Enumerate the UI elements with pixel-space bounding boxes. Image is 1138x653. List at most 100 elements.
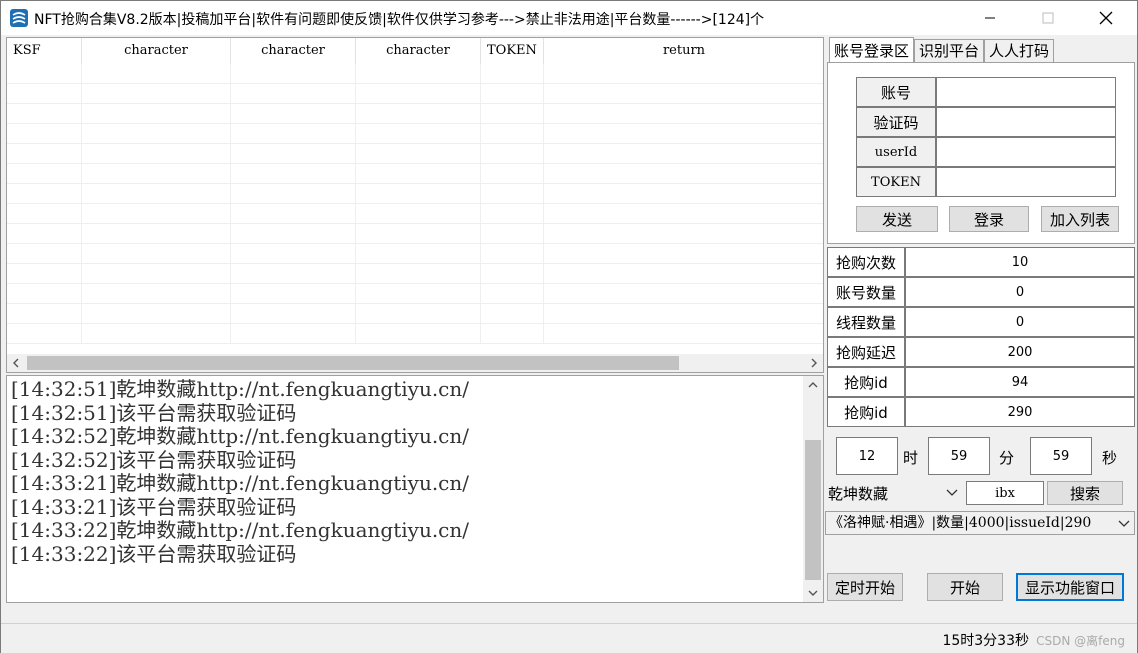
table-row[interactable]	[7, 164, 823, 184]
table-cell[interactable]	[7, 204, 82, 224]
table-cell[interactable]	[231, 64, 356, 84]
grid-col-character-2[interactable]: character	[231, 38, 356, 64]
table-cell[interactable]	[82, 284, 231, 304]
table-cell[interactable]	[544, 64, 823, 84]
table-cell[interactable]	[481, 264, 544, 284]
scroll-up-button[interactable]	[803, 376, 823, 394]
table-row[interactable]	[7, 204, 823, 224]
table-cell[interactable]	[231, 224, 356, 244]
table-cell[interactable]	[7, 224, 82, 244]
table-cell[interactable]	[356, 164, 481, 184]
table-cell[interactable]	[356, 184, 481, 204]
title-bar[interactable]: NFT抢购合集V8.2版本|投稿加平台|软件有问题即使反馈|软件仅供学习参考--…	[1, 1, 1137, 35]
table-row[interactable]	[7, 104, 823, 124]
table-cell[interactable]	[82, 184, 231, 204]
table-row[interactable]	[7, 124, 823, 144]
table-cell[interactable]	[481, 144, 544, 164]
table-cell[interactable]	[7, 144, 82, 164]
tab-recognition-platform[interactable]: 识别平台	[914, 39, 985, 63]
table-cell[interactable]	[7, 84, 82, 104]
table-row[interactable]	[7, 224, 823, 244]
table-cell[interactable]	[481, 324, 544, 344]
table-cell[interactable]	[481, 224, 544, 244]
horizontal-scrollbar[interactable]	[7, 354, 823, 372]
table-cell[interactable]	[82, 204, 231, 224]
table-cell[interactable]	[481, 244, 544, 264]
table-cell[interactable]	[7, 124, 82, 144]
table-row[interactable]	[7, 264, 823, 284]
vertical-scrollbar[interactable]	[803, 376, 823, 602]
table-cell[interactable]	[356, 264, 481, 284]
log-textbox[interactable]: [14:32:51]乾坤数藏http://nt.fengkuangtiyu.cn…	[6, 375, 824, 603]
table-cell[interactable]	[231, 304, 356, 324]
table-cell[interactable]	[7, 104, 82, 124]
thread-count-input[interactable]: 0	[905, 307, 1135, 337]
table-cell[interactable]	[356, 64, 481, 84]
table-cell[interactable]	[231, 244, 356, 264]
table-cell[interactable]	[231, 104, 356, 124]
table-cell[interactable]	[481, 164, 544, 184]
minimize-button[interactable]	[961, 1, 1019, 35]
table-cell[interactable]	[356, 84, 481, 104]
table-cell[interactable]	[82, 84, 231, 104]
table-cell[interactable]	[231, 164, 356, 184]
search-button[interactable]: 搜索	[1047, 481, 1123, 505]
grid-col-character-1[interactable]: character	[82, 38, 231, 64]
login-button[interactable]: 登录	[949, 206, 1029, 232]
vertical-scroll-thumb[interactable]	[805, 440, 821, 580]
table-cell[interactable]	[356, 304, 481, 324]
table-cell[interactable]	[544, 124, 823, 144]
account-grid[interactable]: KSF character character character TOKEN …	[6, 37, 824, 373]
grid-col-ksf[interactable]: KSF	[7, 38, 82, 64]
table-cell[interactable]	[481, 184, 544, 204]
horizontal-scroll-thumb[interactable]	[27, 356, 679, 370]
table-cell[interactable]	[481, 204, 544, 224]
account-input[interactable]	[936, 77, 1116, 107]
table-cell[interactable]	[231, 324, 356, 344]
table-cell[interactable]	[544, 244, 823, 264]
table-cell[interactable]	[7, 64, 82, 84]
account-count-input[interactable]: 0	[905, 277, 1135, 307]
minute-input[interactable]: 59	[928, 437, 990, 475]
table-cell[interactable]	[544, 264, 823, 284]
table-cell[interactable]	[231, 184, 356, 204]
grid-col-character-3[interactable]: character	[356, 38, 481, 64]
maximize-button[interactable]	[1019, 1, 1077, 35]
table-cell[interactable]	[544, 224, 823, 244]
table-cell[interactable]	[7, 304, 82, 324]
add-to-list-button[interactable]: 加入列表	[1041, 206, 1119, 232]
table-cell[interactable]	[231, 84, 356, 104]
hour-input[interactable]: 12	[836, 437, 898, 475]
table-cell[interactable]	[544, 164, 823, 184]
send-button[interactable]: 发送	[856, 206, 938, 232]
table-cell[interactable]	[356, 124, 481, 144]
table-cell[interactable]	[544, 144, 823, 164]
table-cell[interactable]	[7, 324, 82, 344]
table-cell[interactable]	[7, 164, 82, 184]
table-cell[interactable]	[231, 124, 356, 144]
table-cell[interactable]	[544, 184, 823, 204]
token-input[interactable]	[936, 167, 1116, 197]
userid-input[interactable]	[936, 137, 1116, 167]
table-cell[interactable]	[356, 224, 481, 244]
grid-col-token[interactable]: TOKEN	[481, 38, 544, 64]
table-cell[interactable]	[231, 144, 356, 164]
scroll-down-button[interactable]	[803, 584, 823, 602]
start-button[interactable]: 开始	[927, 573, 1003, 601]
table-row[interactable]	[7, 64, 823, 84]
table-cell[interactable]	[356, 284, 481, 304]
table-cell[interactable]	[544, 104, 823, 124]
table-cell[interactable]	[231, 204, 356, 224]
search-keyword-input[interactable]: ibx	[966, 481, 1044, 505]
table-cell[interactable]	[544, 284, 823, 304]
buy-id-input-2[interactable]: 290	[905, 397, 1135, 427]
table-row[interactable]	[7, 304, 823, 324]
table-cell[interactable]	[82, 324, 231, 344]
table-cell[interactable]	[82, 244, 231, 264]
table-row[interactable]	[7, 84, 823, 104]
table-cell[interactable]	[544, 204, 823, 224]
tab-account-login[interactable]: 账号登录区	[829, 37, 915, 63]
table-cell[interactable]	[356, 144, 481, 164]
table-cell[interactable]	[481, 124, 544, 144]
table-cell[interactable]	[82, 144, 231, 164]
